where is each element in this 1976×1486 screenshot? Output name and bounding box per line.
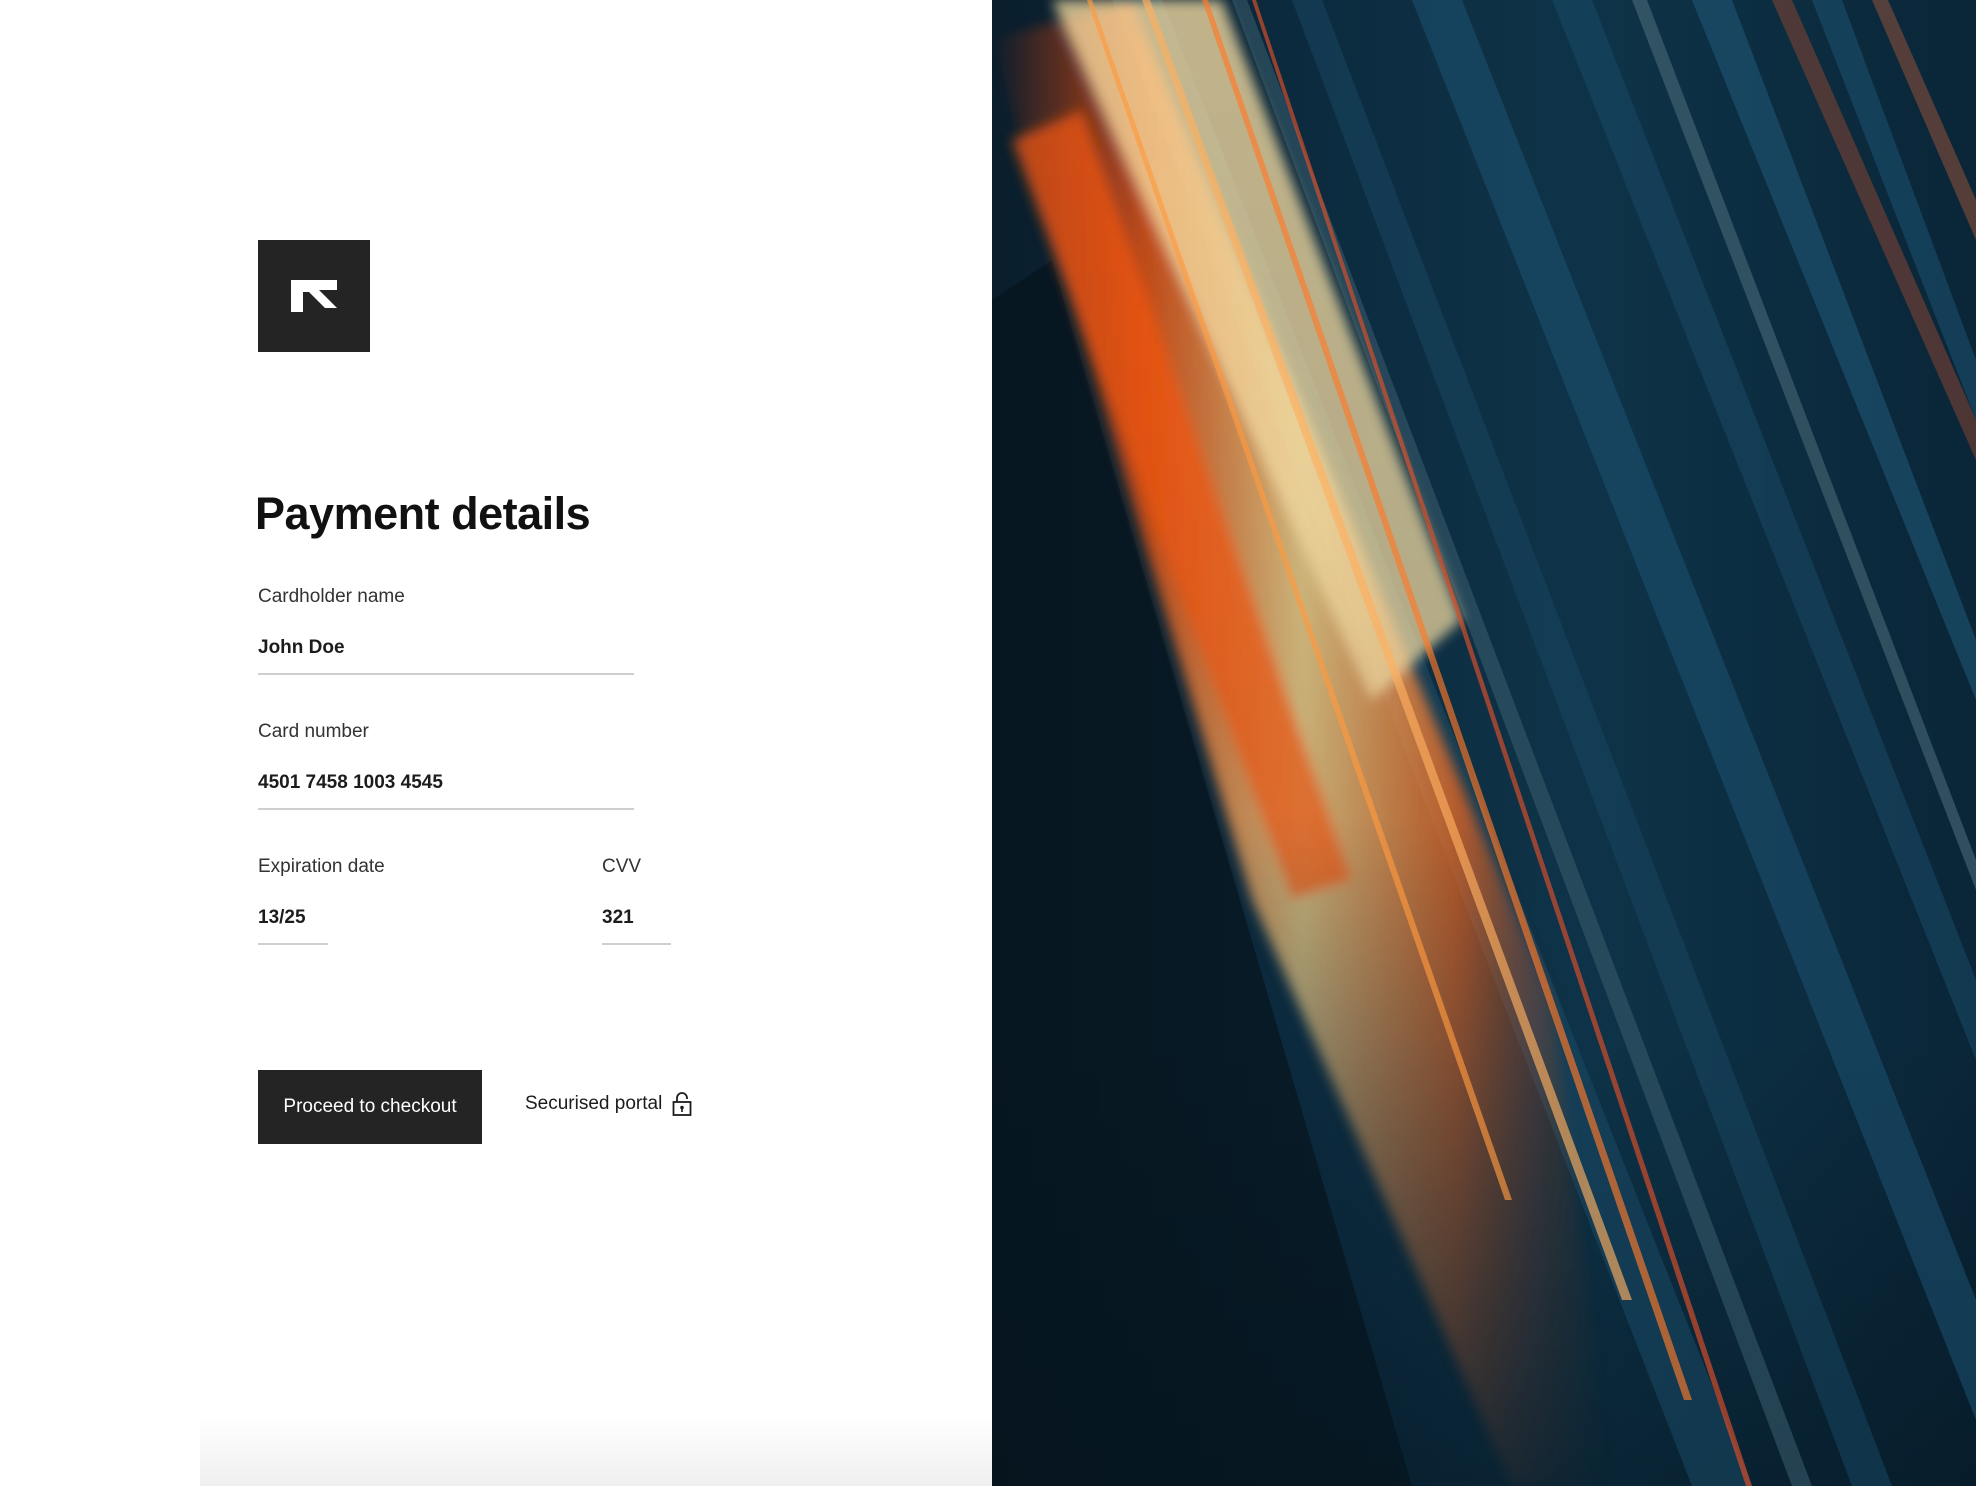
- payment-form-panel: Payment details Cardholder name John Doe…: [0, 0, 992, 1486]
- abstract-light-streaks-image: [992, 0, 1976, 1486]
- cardholder-name-label: Cardholder name: [258, 586, 405, 607]
- proceed-to-checkout-button[interactable]: Proceed to checkout: [258, 1070, 482, 1144]
- footer-shadow: [200, 1416, 992, 1486]
- page-title: Payment details: [255, 488, 591, 539]
- cvv-input[interactable]: 321: [602, 907, 671, 945]
- brand-monogram-icon: [291, 280, 337, 312]
- brand-logo: [258, 240, 370, 352]
- card-number-input[interactable]: 4501 7458 1003 4545: [258, 772, 634, 810]
- secure-portal-text: Securised portal: [525, 1093, 663, 1114]
- lock-icon: [672, 1092, 692, 1116]
- cvv-label: CVV: [602, 856, 642, 877]
- expiration-date-label: Expiration date: [258, 856, 385, 877]
- secure-portal-indicator: Securised portal: [525, 1091, 692, 1117]
- card-number-label: Card number: [258, 721, 369, 742]
- expiration-date-input[interactable]: 13/25: [258, 907, 328, 945]
- hero-image: [992, 0, 1976, 1486]
- checkout-page: Payment details Cardholder name John Doe…: [0, 0, 1976, 1486]
- cardholder-name-input[interactable]: John Doe: [258, 637, 634, 675]
